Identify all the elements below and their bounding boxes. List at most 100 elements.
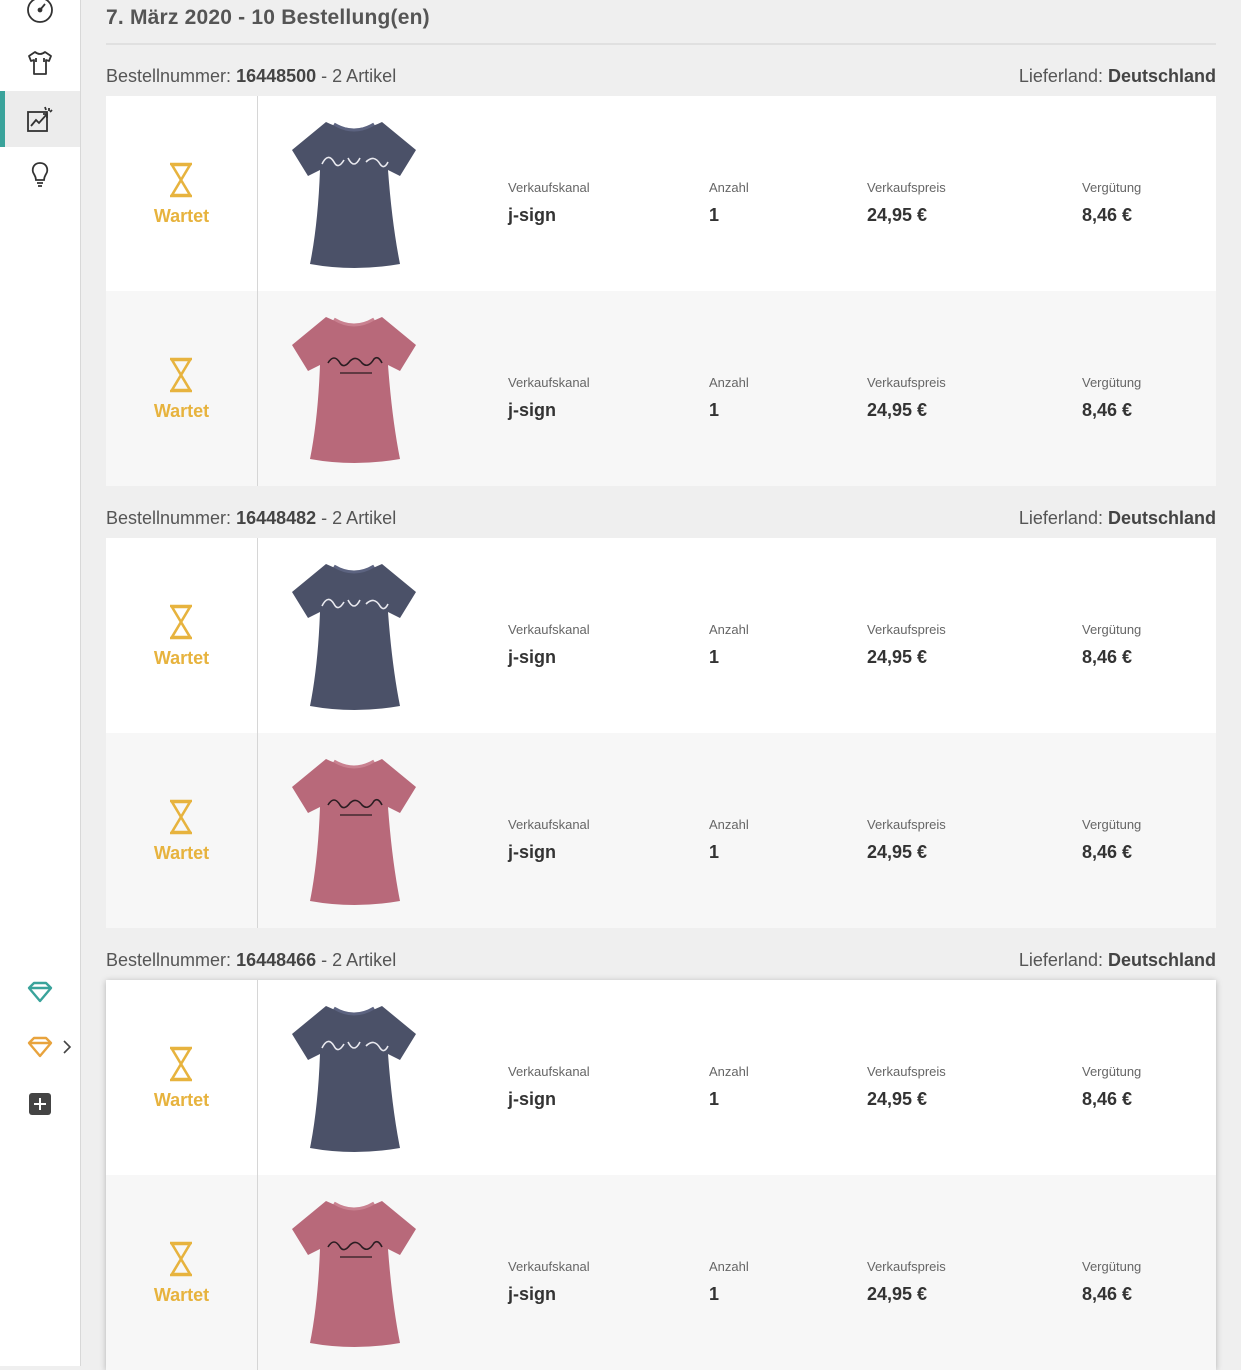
quantity-value: 1 — [709, 1284, 720, 1304]
sale-price-label: Verkaufspreis — [867, 1064, 946, 1079]
tshirt-rose-image — [292, 1201, 416, 1347]
product-image[interactable] — [288, 1193, 420, 1353]
order-number-label: Bestellnummer: — [106, 508, 232, 528]
quantity-label: Anzahl — [709, 817, 749, 832]
nav-products[interactable] — [0, 35, 80, 91]
quantity-label: Anzahl — [709, 375, 749, 390]
sale-price-label: Verkaufspreis — [867, 1259, 946, 1274]
delivery-country: Deutschland — [1107, 950, 1216, 970]
quantity-label: Anzahl — [709, 180, 749, 195]
sales-channel-label: Verkaufskanal — [508, 1259, 590, 1274]
status-label: Wartet — [153, 843, 210, 863]
commission: Vergütung 8,46 € — [1082, 622, 1141, 668]
tshirt-navy-image — [292, 564, 416, 710]
sale-price-label: Verkaufspreis — [867, 622, 946, 637]
quantity: Anzahl 1 — [709, 622, 749, 668]
delivery-country-line: Lieferland: Deutschland — [1019, 66, 1216, 87]
order-item-row[interactable]: Wartet Verkaufskanal j-sign Anzahl 1 Verkauf… — [106, 96, 1216, 291]
sales-channel-value: j-sign — [508, 842, 556, 862]
product-image[interactable] — [288, 114, 420, 274]
quantity-label: Anzahl — [709, 1064, 749, 1079]
nav-ideas[interactable] — [0, 147, 80, 203]
order-card[interactable]: Wartet Verkaufskanal j-sign Anzahl 1 Verkauf… — [106, 980, 1216, 1370]
speedometer-icon — [27, 0, 53, 23]
sale-price-label: Verkaufspreis — [867, 375, 946, 390]
order-item-count: - 2 Artikel — [321, 66, 397, 86]
sales-channel: Verkaufskanal j-sign — [508, 817, 590, 863]
quantity-value: 1 — [709, 205, 720, 225]
commission: Vergütung 8,46 € — [1082, 817, 1141, 863]
plus-square-icon — [29, 1093, 51, 1115]
hourglass-icon — [170, 799, 192, 835]
product-image[interactable] — [288, 998, 420, 1158]
quantity: Anzahl 1 — [709, 817, 749, 863]
sale-price: Verkaufspreis 24,95 € — [867, 375, 946, 421]
order-card[interactable]: Wartet Verkaufskanal j-sign Anzahl 1 Verkauf… — [106, 96, 1216, 486]
sale-price-value: 24,95 € — [867, 205, 928, 225]
order-header: Bestellnummer: 16448482 - 2 Artikel Liefe… — [106, 502, 1216, 532]
row-divider — [257, 733, 258, 928]
tshirt-navy-image — [292, 122, 416, 268]
row-divider — [257, 291, 258, 486]
sales-channel: Verkaufskanal j-sign — [508, 622, 590, 668]
order-item-row[interactable]: Wartet Verkaufskanal j-sign Anzahl 1 Verkauf… — [106, 1175, 1216, 1370]
commission-label: Vergütung — [1082, 622, 1142, 637]
order-item-row[interactable]: Wartet Verkaufskanal j-sign Anzahl 1 Verkauf… — [106, 980, 1216, 1175]
order-item-row[interactable]: Wartet Verkaufskanal j-sign Anzahl 1 Verkauf… — [106, 291, 1216, 486]
sale-price: Verkaufspreis 24,95 € — [867, 180, 946, 226]
commission-value: 8,46 € — [1082, 842, 1133, 862]
sales-channel: Verkaufskanal j-sign — [508, 375, 590, 421]
sales-channel-label: Verkaufskanal — [508, 1064, 590, 1079]
sales-channel: Verkaufskanal j-sign — [508, 1064, 590, 1110]
nav-premium-orange[interactable] — [18, 1030, 62, 1064]
chevron-right-icon[interactable] — [60, 1038, 74, 1056]
nav-sales[interactable] — [0, 91, 80, 147]
order-number-label: Bestellnummer: — [106, 950, 232, 970]
item-status: Wartet — [106, 980, 257, 1175]
diamond-teal-icon — [27, 981, 53, 1003]
commission-label: Vergütung — [1082, 1064, 1142, 1079]
delivery-country-line: Lieferland: Deutschland — [1019, 950, 1216, 971]
status-label: Wartet — [153, 206, 210, 226]
tshirt-icon — [28, 51, 52, 75]
order-item-count: - 2 Artikel — [321, 950, 397, 970]
delivery-country-line: Lieferland: Deutschland — [1019, 508, 1216, 529]
row-divider — [257, 1175, 258, 1370]
order-number[interactable]: 16448482 — [236, 508, 316, 528]
product-image[interactable] — [288, 309, 420, 469]
lightbulb-icon — [31, 162, 49, 187]
nav-dashboard[interactable] — [0, 0, 80, 38]
hourglass-icon — [170, 357, 192, 393]
order-item-row[interactable]: Wartet Verkaufskanal j-sign Anzahl 1 Verkauf… — [106, 733, 1216, 928]
order-number[interactable]: 16448466 — [236, 950, 316, 970]
order-number[interactable]: 16448500 — [236, 66, 316, 86]
product-image[interactable] — [288, 556, 420, 716]
commission: Vergütung 8,46 € — [1082, 375, 1141, 421]
delivery-country: Deutschland — [1107, 508, 1216, 528]
nav-premium-teal[interactable] — [18, 975, 62, 1009]
delivery-country-label: Lieferland: — [1018, 66, 1103, 86]
commission-value: 8,46 € — [1082, 205, 1133, 225]
sales-channel-value: j-sign — [508, 1089, 556, 1109]
order-header: Bestellnummer: 16448466 - 2 Artikel Liefe… — [106, 944, 1216, 974]
quantity-label: Anzahl — [709, 622, 749, 637]
sale-price-value: 24,95 € — [867, 842, 928, 862]
sales-channel: Verkaufskanal j-sign — [508, 1259, 590, 1305]
sale-price: Verkaufspreis 24,95 € — [867, 1064, 946, 1110]
order-item-row[interactable]: Wartet Verkaufskanal j-sign Anzahl 1 Verkauf… — [106, 538, 1216, 733]
sale-price-value: 24,95 € — [867, 400, 928, 420]
sale-price-value: 24,95 € — [867, 647, 928, 667]
hourglass-icon — [170, 162, 192, 198]
row-divider — [257, 96, 258, 291]
commission: Vergütung 8,46 € — [1082, 1259, 1141, 1305]
status-label: Wartet — [153, 648, 210, 668]
sales-channel-value: j-sign — [508, 647, 556, 667]
sale-price: Verkaufspreis 24,95 € — [867, 817, 946, 863]
status-label: Wartet — [153, 1090, 210, 1110]
nav-add[interactable] — [18, 1087, 62, 1121]
diamond-orange-icon — [27, 1036, 53, 1058]
sale-price-value: 24,95 € — [867, 1284, 928, 1304]
order-card[interactable]: Wartet Verkaufskanal j-sign Anzahl 1 Verkauf… — [106, 538, 1216, 928]
product-image[interactable] — [288, 751, 420, 911]
day-title: 7. März 2020 - 10 Bestellung(en) — [106, 6, 430, 29]
